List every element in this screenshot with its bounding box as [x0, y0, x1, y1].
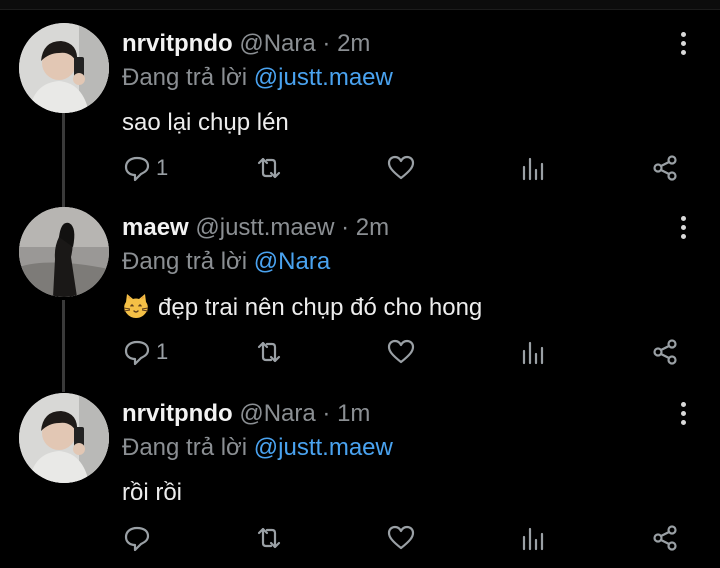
separator-dot: · [322, 30, 331, 57]
share-icon [653, 339, 677, 365]
user-handle[interactable]: @Nara [239, 30, 315, 57]
separator-dot: · [341, 214, 350, 241]
display-name[interactable]: maew [122, 214, 189, 241]
tweet[interactable]: maew @justt.maew · 2m Đang trả lời @Nara… [0, 194, 720, 377]
share-button[interactable] [650, 334, 680, 370]
replying-prefix: Đang trả lời [122, 434, 248, 461]
tweet-header: nrvitpndo @Nara · 1m [122, 400, 370, 428]
tweet-text: sao lại chụp lén [122, 109, 289, 136]
action-bar: 1 [0, 334, 720, 374]
share-button[interactable] [650, 520, 680, 556]
user-handle[interactable]: @justt.maew [195, 214, 334, 241]
reply-button[interactable] [122, 520, 156, 556]
replying-to: Đang trả lời @Nara [122, 248, 330, 276]
reply-count: 1 [156, 339, 169, 364]
avatar[interactable] [19, 207, 109, 297]
display-name[interactable]: nrvitpndo [122, 30, 233, 57]
heart-icon [387, 155, 415, 180]
more-vertical-icon[interactable] [672, 216, 694, 244]
avatar-image [19, 23, 109, 113]
retweet-button[interactable] [254, 520, 284, 556]
avatar-image [19, 207, 109, 297]
avatar[interactable] [19, 23, 109, 113]
analytics-icon [522, 527, 544, 551]
user-handle[interactable]: @Nara [239, 400, 315, 427]
separator-dot: · [322, 400, 331, 427]
tweet-header: nrvitpndo @Nara · 2m [122, 30, 370, 58]
display-name[interactable]: nrvitpndo [122, 400, 233, 427]
reply-icon [124, 526, 150, 552]
analytics-button[interactable] [518, 150, 548, 186]
share-icon [653, 155, 677, 181]
reply-icon [124, 340, 150, 366]
mention-link[interactable]: @justt.maew [254, 434, 393, 461]
like-button[interactable] [386, 150, 416, 186]
timestamp[interactable]: 2m [337, 30, 370, 57]
analytics-button[interactable] [518, 334, 548, 370]
tweet[interactable]: nrvitpndo @Nara · 1m Đang trả lời @justt… [0, 380, 720, 563]
timestamp[interactable]: 1m [337, 400, 370, 427]
mention-link[interactable]: @Nara [254, 248, 330, 275]
more-vertical-icon[interactable] [672, 32, 694, 60]
timestamp[interactable]: 2m [356, 214, 389, 241]
tweet-text: đẹp trai nên chụp đó cho hong [158, 294, 483, 321]
replying-prefix: Đang trả lời [122, 248, 248, 275]
like-button[interactable] [386, 520, 416, 556]
avatar-image [19, 393, 109, 483]
share-icon [653, 525, 677, 551]
tweet-header: maew @justt.maew · 2m [122, 214, 389, 242]
tweet[interactable]: nrvitpndo @Nara · 2m Đang trả lời @justt… [0, 10, 720, 193]
heart-icon [387, 525, 415, 550]
analytics-icon [522, 157, 544, 181]
retweet-icon [257, 157, 281, 179]
mention-link[interactable]: @justt.maew [254, 64, 393, 91]
replying-to: Đang trả lời @justt.maew [122, 64, 393, 92]
share-button[interactable] [650, 150, 680, 186]
reply-button[interactable]: 1 [122, 334, 168, 370]
retweet-button[interactable] [254, 150, 284, 186]
analytics-icon [522, 341, 544, 365]
like-button[interactable] [386, 334, 416, 370]
reply-count: 1 [156, 155, 169, 180]
replying-prefix: Đang trả lời [122, 64, 248, 91]
top-divider [0, 0, 720, 10]
reply-icon [124, 156, 150, 182]
cat-face-emoji [123, 294, 149, 318]
retweet-button[interactable] [254, 334, 284, 370]
retweet-icon [257, 341, 281, 363]
retweet-icon [257, 527, 281, 549]
avatar[interactable] [19, 393, 109, 483]
reply-button[interactable]: 1 [122, 150, 168, 186]
tweet-text: rồi rồi [122, 479, 183, 506]
action-bar [0, 520, 720, 560]
action-bar: 1 [0, 150, 720, 190]
replying-to: Đang trả lời @justt.maew [122, 434, 393, 462]
tweet-text-row: đẹp trai nên chụp đó cho hong [122, 292, 482, 323]
heart-icon [387, 339, 415, 364]
analytics-button[interactable] [518, 520, 548, 556]
more-vertical-icon[interactable] [672, 402, 694, 430]
